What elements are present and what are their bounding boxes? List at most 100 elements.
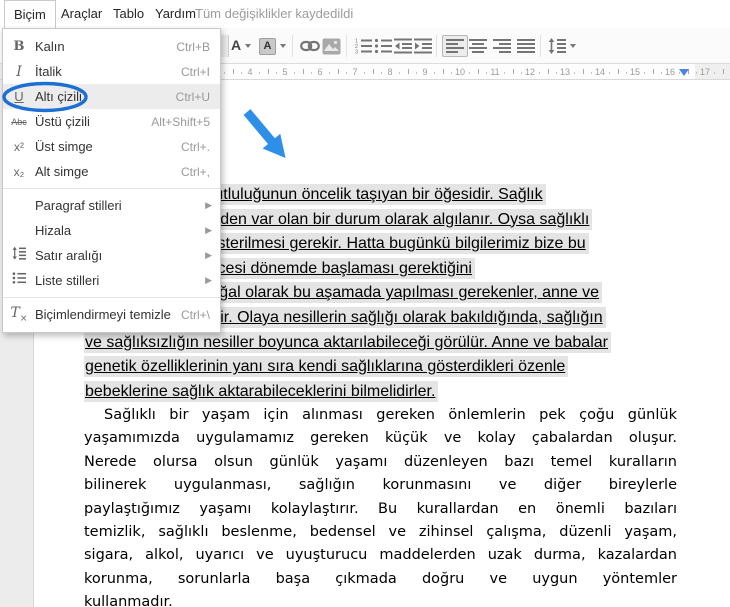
text-line: bilinerek uygulanması, sağlığın korunmas… <box>84 477 677 494</box>
text-line: yaşamımızda uygulamamız gereken küçük ve… <box>84 430 677 447</box>
numbered-list-icon: 123 <box>355 39 372 56</box>
ruler-tick <box>617 69 619 74</box>
google-docs-window: Sağlık, insan mutluluğunun öncelik taşıy… <box>0 0 730 607</box>
submenu-arrow-icon: ▶ <box>205 250 212 260</box>
body-paragraph: Sağlıklı bir yaşam için alınması gereken… <box>84 404 677 607</box>
insert-link-button[interactable] <box>300 35 320 57</box>
ruler-number: 5 <box>282 67 288 77</box>
decrease-indent-button[interactable] <box>394 35 412 57</box>
ruler-tick <box>608 72 610 74</box>
superscript-icon: x² <box>14 139 24 154</box>
numbered-list-button[interactable]: 123 <box>354 35 372 57</box>
increase-indent-icon <box>414 38 432 54</box>
menu-bicim[interactable]: Biçim <box>4 0 56 28</box>
ruler-tick <box>503 72 505 74</box>
underline-icon: U <box>14 89 24 104</box>
ruler-tick <box>626 72 628 74</box>
menu-item-list-styles[interactable]: Liste stilleri ▶ <box>3 268 220 293</box>
ruler-tick <box>398 72 400 74</box>
ruler-tick <box>258 72 260 74</box>
align-right-icon <box>493 39 511 53</box>
chevron-down-icon <box>280 44 286 48</box>
menu-separator <box>3 188 220 189</box>
line-spacing-button[interactable] <box>548 35 576 57</box>
menu-item-clear-formatting[interactable]: T× Biçimlendirmeyi temizle Ctrl+\ <box>3 302 220 327</box>
ruler-tick <box>451 72 453 74</box>
ruler-tick <box>416 72 418 74</box>
ruler-tick <box>696 72 698 74</box>
ruler-number: 8 <box>387 67 393 77</box>
menu-item-underline[interactable]: U Altı çizili Ctrl+U <box>3 84 220 109</box>
subscript-icon: x₂ <box>13 164 25 179</box>
ruler-tick <box>311 72 313 74</box>
highlight-color-button[interactable]: A <box>259 35 286 57</box>
ruler-tick <box>302 69 304 74</box>
toolbar-separator <box>540 35 541 57</box>
toolbar-separator <box>346 35 347 57</box>
ruler-tick <box>713 72 715 74</box>
menu-item-subscript[interactable]: x₂ Alt simge Ctrl+, <box>3 159 220 184</box>
chevron-down-icon <box>245 44 252 48</box>
align-left-icon <box>446 39 464 53</box>
right-indent-marker[interactable] <box>679 69 689 76</box>
menu-araclar[interactable]: Araçlar <box>52 0 111 28</box>
menu-item-superscript[interactable]: x² Üst simge Ctrl+. <box>3 134 220 159</box>
toolbar-separator <box>292 35 293 57</box>
image-icon <box>322 38 341 54</box>
ruler-tick <box>363 72 365 74</box>
highlight-color-icon: A <box>259 37 276 55</box>
ruler-tick <box>468 72 470 74</box>
svg-text:3: 3 <box>355 50 358 56</box>
bulleted-list-icon <box>374 38 392 54</box>
align-right-button[interactable] <box>493 35 511 57</box>
align-center-button[interactable] <box>469 35 487 57</box>
text-line: ve sağlıksızlığın nesiller boyunca aktar… <box>84 331 611 356</box>
menu-item-align[interactable]: Hizala ▶ <box>3 218 220 243</box>
ruler-tick <box>643 72 645 74</box>
text-line: bebeklerine sağlık aktarabileceklerini b… <box>84 380 611 405</box>
toolbar-separator <box>436 35 437 57</box>
menu-item-bold[interactable]: B Kalın Ctrl+B <box>3 34 220 59</box>
insert-image-button[interactable] <box>322 35 341 57</box>
ruler-number: 17 <box>699 67 711 77</box>
menu-item-paragraph-styles[interactable]: Paragraf stilleri ▶ <box>3 193 220 218</box>
ruler-number: 14 <box>594 67 606 77</box>
ruler-number: 15 <box>629 67 641 77</box>
increase-indent-button[interactable] <box>414 35 432 57</box>
ruler-tick <box>573 72 575 74</box>
ruler-number: 13 <box>559 67 571 77</box>
ruler-number: 10 <box>454 67 466 77</box>
menu-item-line-spacing[interactable]: Satır aralığı ▶ <box>3 243 220 268</box>
ruler-tick <box>477 69 479 74</box>
ruler-number: 6 <box>317 67 323 77</box>
ruler-tick <box>538 72 540 74</box>
text-line: temizlik, sağlıklı beslenme, bedensel ve… <box>84 523 677 540</box>
line-spacing-icon <box>548 38 566 54</box>
ruler-tick <box>591 72 593 74</box>
ruler-tick <box>337 69 339 74</box>
ruler-tick <box>722 69 724 74</box>
strikethrough-icon: Abc <box>11 116 27 127</box>
text-line: Sağlıklı bir yaşam için alınması gereken… <box>104 407 677 423</box>
justify-button[interactable] <box>517 35 535 57</box>
ruler-tick <box>407 69 409 74</box>
ruler-tick <box>652 69 654 74</box>
ruler-tick <box>346 72 348 74</box>
menu-item-italic[interactable]: I İtalik Ctrl+I <box>3 59 220 84</box>
underline-button-edge[interactable] <box>221 35 229 57</box>
submenu-arrow-icon: ▶ <box>205 275 212 285</box>
ruler-number: 9 <box>422 67 428 77</box>
text-line: korunma, sorunlarla başa çıkmada doğru v… <box>84 570 677 587</box>
ruler-tick <box>241 72 243 74</box>
menu-item-strikethrough[interactable]: Abc Üstü çizili Alt+Shift+5 <box>3 109 220 134</box>
link-icon <box>300 40 320 52</box>
ruler-number: 4 <box>247 67 253 77</box>
bulleted-list-button[interactable] <box>374 35 392 57</box>
ruler-tick <box>267 69 269 74</box>
align-left-button[interactable] <box>442 35 468 57</box>
align-center-icon <box>469 39 487 53</box>
text-color-button[interactable]: A <box>231 35 252 57</box>
submenu-arrow-icon: ▶ <box>205 225 212 235</box>
decrease-indent-icon <box>394 38 412 54</box>
ruler-tick <box>661 72 663 74</box>
